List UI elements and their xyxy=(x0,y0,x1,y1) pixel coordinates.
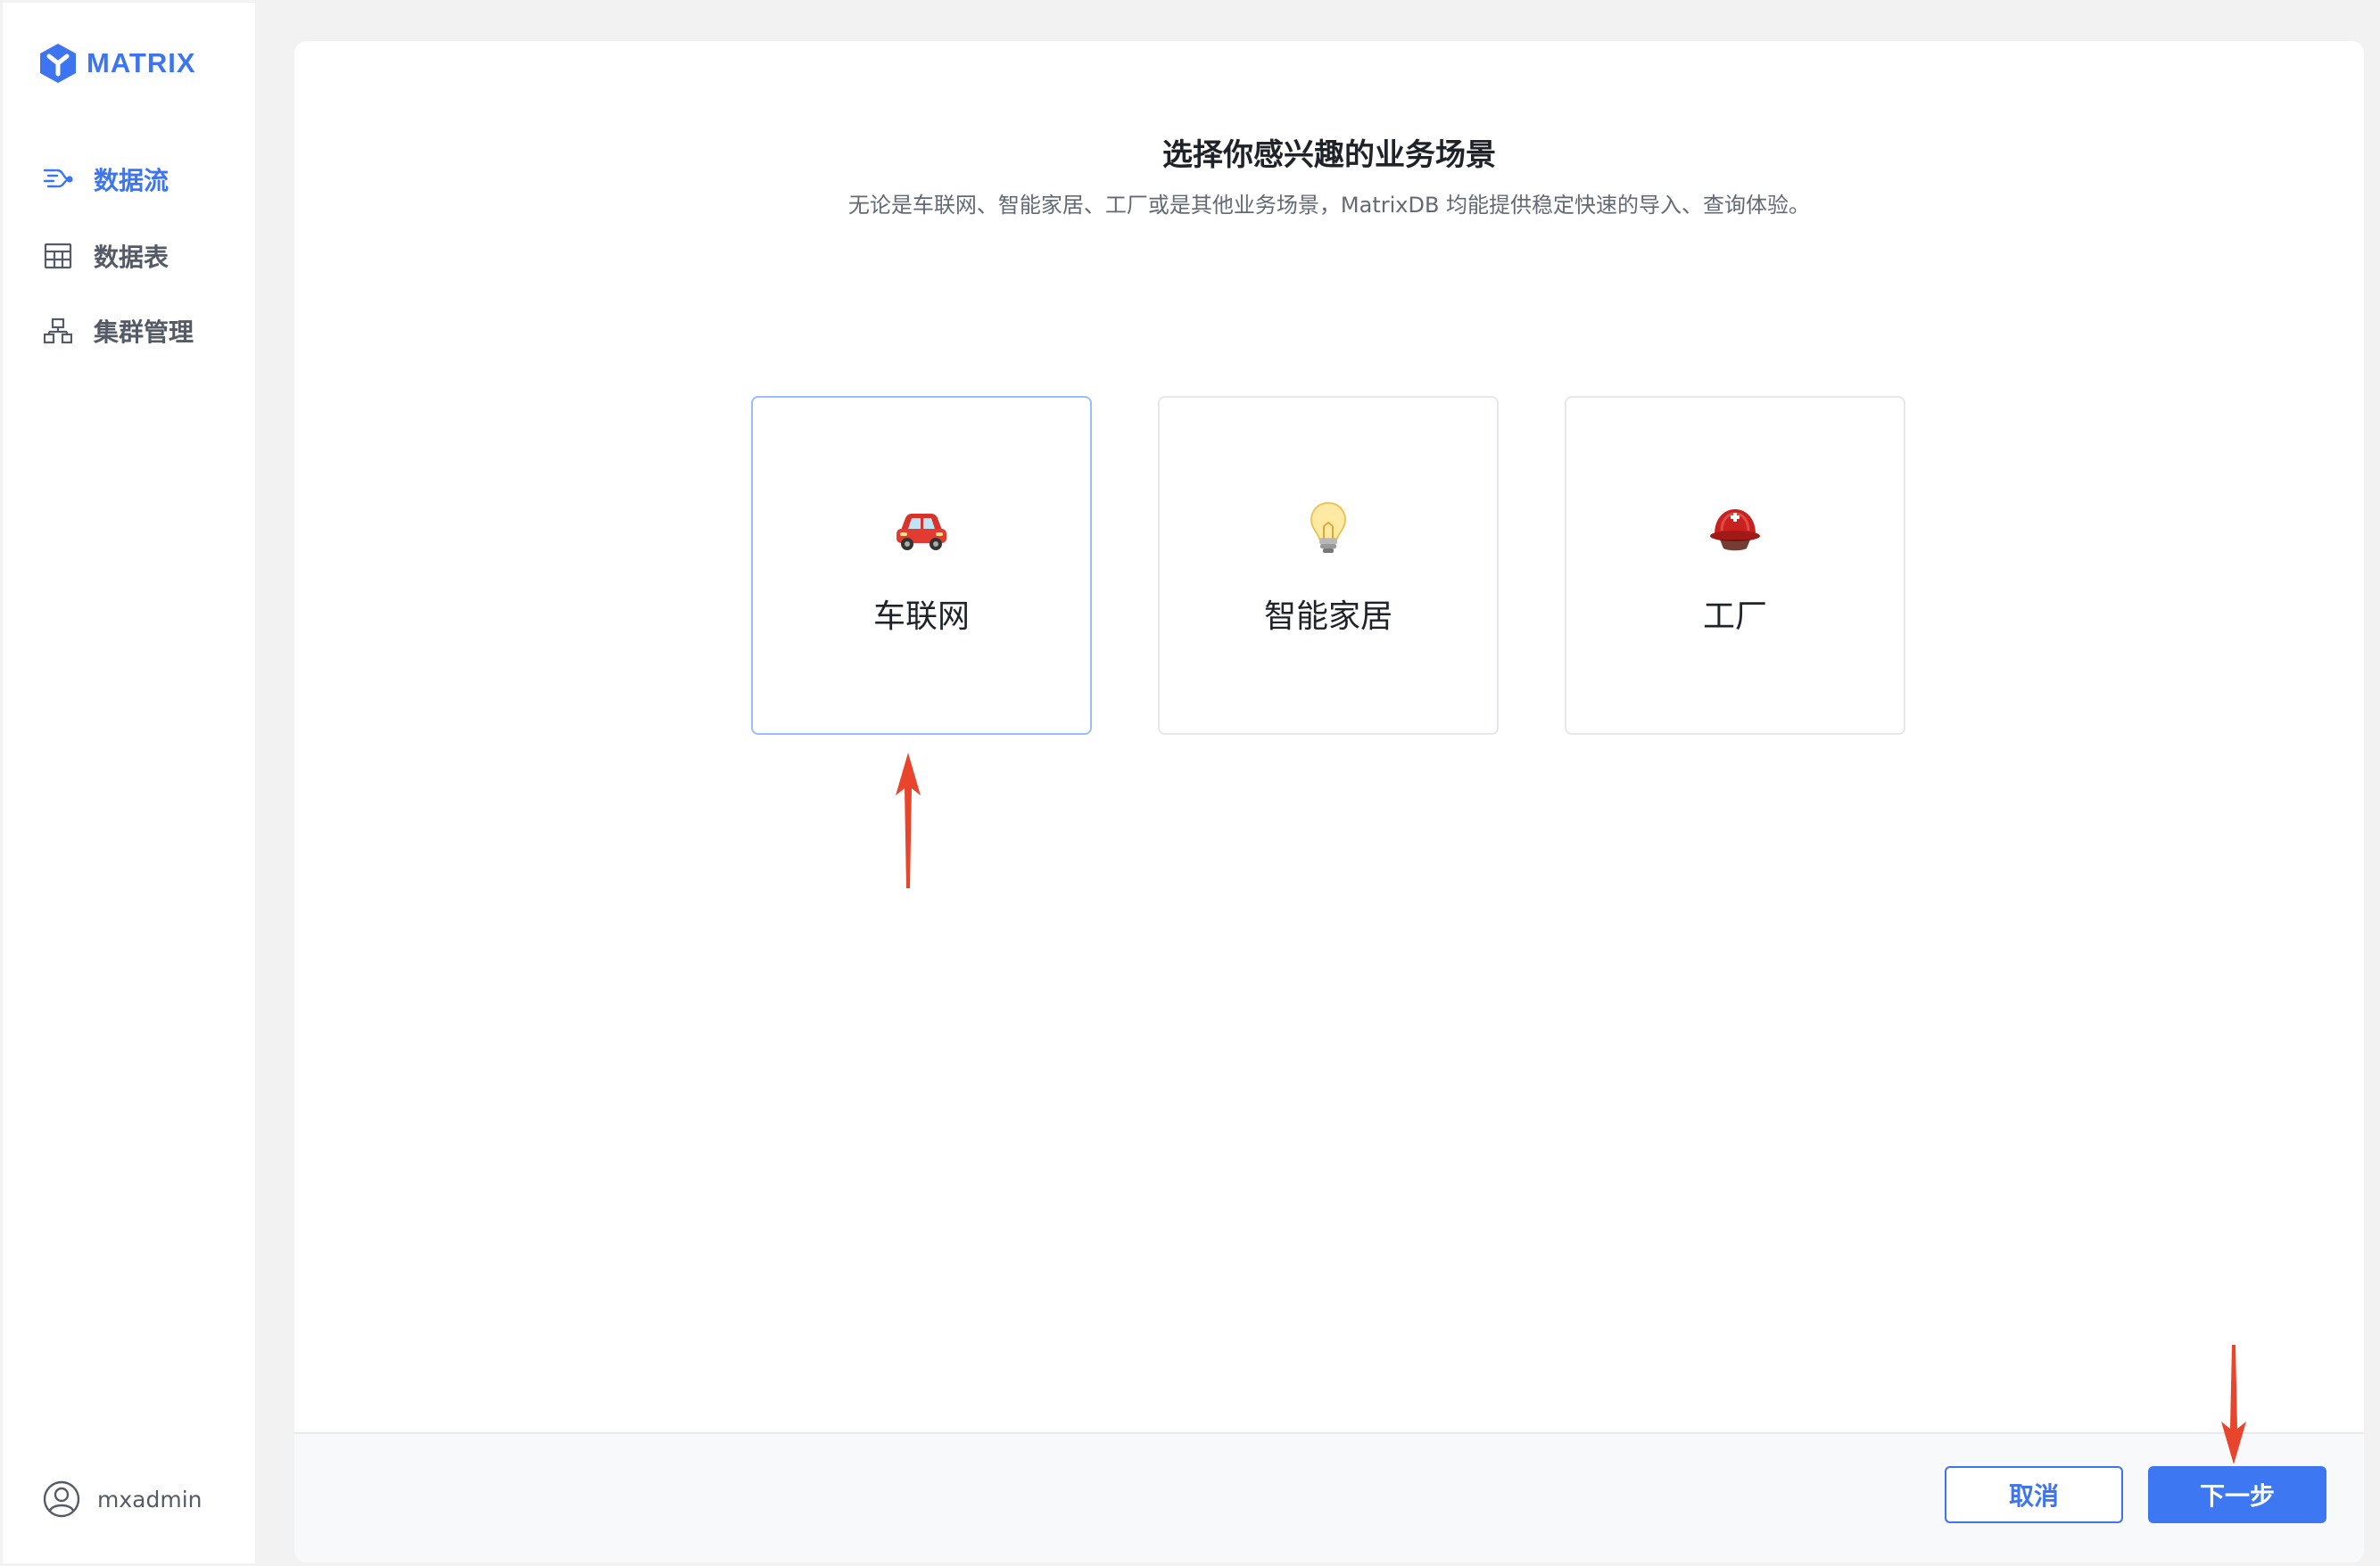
sidebar: MATRIX 数据流 数据表 集群管理 mxadmin xyxy=(3,3,255,1563)
main-panel: 选择你感兴趣的业务场景 无论是车联网、智能家居、工厂或是其他业务场景，Matri… xyxy=(294,41,2364,1562)
user-name: mxadmin xyxy=(97,1486,202,1512)
data-flow-icon xyxy=(42,163,74,195)
user-avatar-icon xyxy=(43,1480,80,1518)
scenario-label: 智能家居 xyxy=(1263,598,1392,635)
sidebar-item-label: 数据流 xyxy=(94,166,169,195)
logo[interactable]: MATRIX xyxy=(38,42,196,85)
scenario-label: 工厂 xyxy=(1702,598,1767,635)
page-title: 选择你感兴趣的业务场景 xyxy=(1162,137,1496,173)
app-root: MATRIX 数据流 数据表 集群管理 mxadmin 选择你感兴趣的业务场景 … xyxy=(0,0,2380,1566)
scenario-card-smart-home[interactable]: 智能家居 xyxy=(1158,396,1499,735)
cancel-button[interactable]: 取消 xyxy=(1945,1466,2123,1523)
table-icon xyxy=(42,240,74,272)
scenario-card-connected-vehicles[interactable]: 车联网 xyxy=(751,396,1092,735)
page-subtitle: 无论是车联网、智能家居、工厂或是其他业务场景，MatrixDB 均能提供稳定快速… xyxy=(847,193,1811,218)
scenario-label: 车联网 xyxy=(872,598,970,635)
sidebar-item-data-flow[interactable]: 数据流 xyxy=(42,156,169,202)
scenario-card-factory[interactable]: 工厂 xyxy=(1565,396,1905,735)
matrix-logo-icon xyxy=(40,44,76,83)
footer-bar: 取消 下一步 xyxy=(294,1432,2364,1562)
logo-text: MATRIX xyxy=(87,47,196,78)
sidebar-item-label: 集群管理 xyxy=(94,317,194,347)
sidebar-item-cluster-management[interactable]: 集群管理 xyxy=(42,308,194,354)
helmet-icon xyxy=(1566,498,1904,560)
sidebar-item-data-table[interactable]: 数据表 xyxy=(42,233,169,279)
sidebar-item-label: 数据表 xyxy=(94,243,169,272)
cluster-icon xyxy=(42,315,74,347)
next-step-button[interactable]: 下一步 xyxy=(2148,1466,2326,1523)
light-bulb-icon xyxy=(1160,498,1497,560)
user-profile[interactable]: mxadmin xyxy=(42,1476,202,1522)
car-icon xyxy=(753,498,1090,560)
